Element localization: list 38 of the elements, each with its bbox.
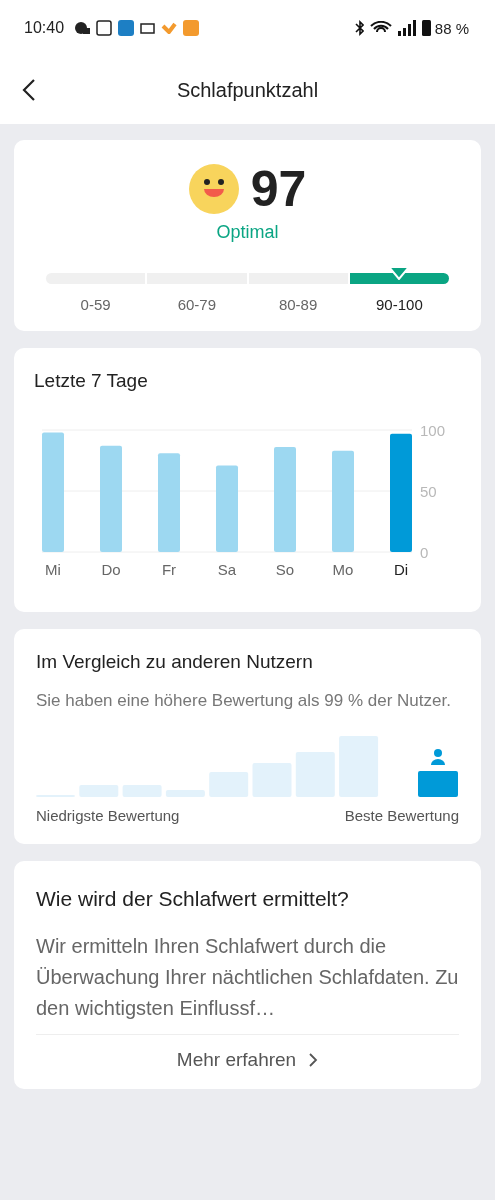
calendar-icon bbox=[96, 20, 113, 36]
mail-icon bbox=[140, 22, 156, 34]
range-label: 90-100 bbox=[376, 296, 423, 313]
page-title: Schlafpunktzahl bbox=[176, 78, 319, 102]
card-title: Letzte 7 Tage bbox=[34, 370, 149, 392]
app-icon bbox=[183, 20, 200, 36]
day-label: Do bbox=[101, 561, 121, 578]
rating-label: Optimal bbox=[215, 222, 280, 243]
lowest-label: Niedrigste Bewertung bbox=[36, 807, 180, 824]
day-label: Di bbox=[393, 561, 409, 578]
day-label: Fr bbox=[161, 561, 177, 578]
axis-label: 50 bbox=[420, 483, 437, 500]
app-icon bbox=[118, 20, 135, 36]
day-label: Mi bbox=[45, 561, 61, 578]
day-label: Sa bbox=[217, 561, 237, 578]
comparison-text: Sie haben eine höhere Bewertung als 99 % der Nutzer. bbox=[36, 690, 452, 712]
day-label: Mo bbox=[332, 561, 354, 578]
card-title: Wie wird der Schlafwert ermittelt? bbox=[36, 887, 350, 911]
back-icon[interactable] bbox=[22, 78, 36, 102]
smiley-icon bbox=[188, 164, 239, 214]
bluetooth-icon bbox=[354, 20, 364, 36]
score-value: 97 bbox=[250, 160, 307, 218]
range-label: 0-59 bbox=[80, 296, 111, 313]
best-label: Beste Bewertung bbox=[344, 807, 459, 824]
battery-level: 88 % bbox=[434, 19, 469, 37]
range-label: 80-89 bbox=[278, 296, 318, 313]
signal-icon bbox=[397, 20, 416, 36]
wifi-icon bbox=[369, 21, 392, 35]
axis-label: 0 bbox=[420, 544, 429, 561]
info-text: Wir ermitteln Ihren Schlafwert durch die Überwachung Ihrer nächtlichen Schlafdaten. Zu den wichtigsten Einflussf… bbox=[36, 934, 459, 1021]
status-time: 10:40 bbox=[24, 19, 65, 37]
battery-icon bbox=[421, 20, 431, 36]
day-label: So bbox=[275, 561, 295, 578]
chevron-icon bbox=[308, 1052, 319, 1068]
range-label: 60-79 bbox=[177, 296, 217, 313]
card-title: Im Vergleich zu anderen Nutzern bbox=[36, 651, 314, 673]
learn-more-link[interactable]: Mehr erfahren bbox=[166, 1035, 329, 1085]
axis-label: 100 bbox=[420, 422, 446, 439]
